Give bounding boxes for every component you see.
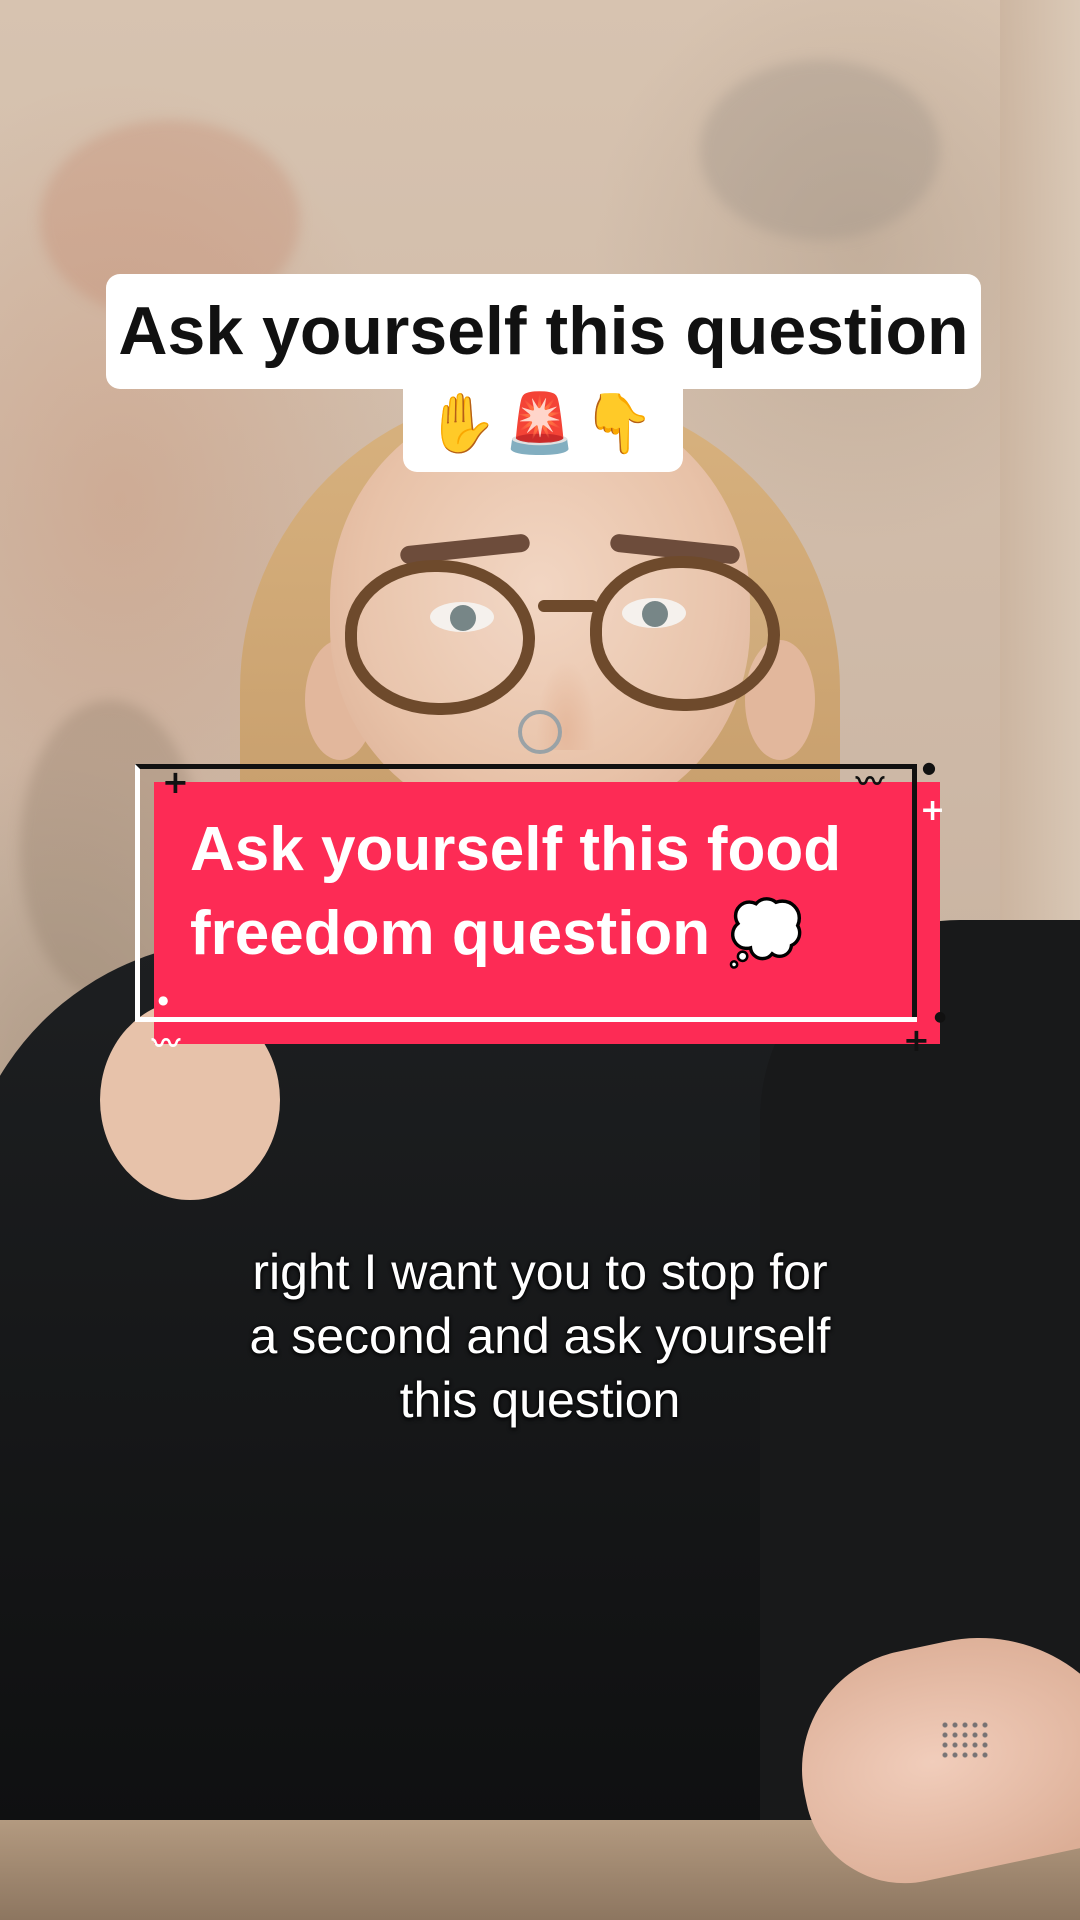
glasses-bridge (538, 600, 598, 612)
zigzag-icon: 〰 (856, 765, 885, 798)
subtitle-line-2: a second and ask yourself (249, 1308, 831, 1364)
plus-icon: + (903, 1021, 930, 1059)
subtitle-line-1: right I want you to stop for (252, 1244, 828, 1300)
top-caption-title: Ask yourself this question (118, 293, 969, 369)
dot-icon: ● (158, 993, 169, 1007)
sticker-line-2: freedom question 💭 (190, 899, 805, 968)
dot-icon: ● (934, 1009, 947, 1025)
sticker-text: Ask yourself this food freedom question … (190, 808, 910, 976)
sticker-line-1: Ask yourself this food (190, 815, 842, 884)
plus-icon: + (920, 793, 946, 828)
subtitle-line-3: this question (399, 1372, 681, 1428)
glasses-left-lens (345, 560, 535, 715)
wall-stain (700, 60, 940, 240)
glasses-right-lens (590, 556, 780, 711)
plus-icon: + (162, 763, 189, 801)
finger-tattoo (940, 1720, 990, 1760)
subtitle: right I want you to stop for a second an… (140, 1240, 940, 1432)
dot-icon: ● (922, 758, 936, 777)
zigzag-icon: 〰 (152, 1027, 181, 1060)
nose-piercing (518, 710, 562, 754)
top-caption-emojis: ✋🚨👇 (425, 389, 661, 457)
